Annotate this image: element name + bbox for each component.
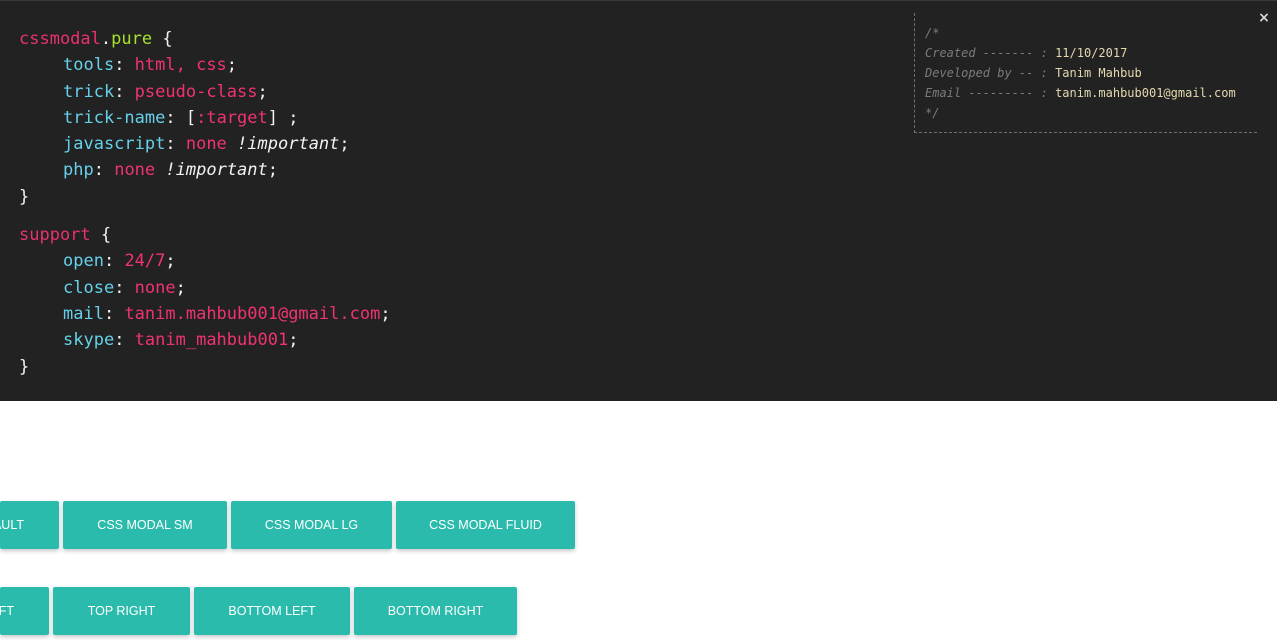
comment-email-value: tanim.mahbub001@gmail.com bbox=[1055, 86, 1236, 100]
code-line: mail: tanim.mahbub001@gmail.com; bbox=[19, 301, 391, 327]
code-selector: cssmodal bbox=[19, 29, 101, 49]
comment-close: */ bbox=[925, 103, 1257, 123]
code-line: php: none !important; bbox=[19, 157, 391, 183]
code-colon: : bbox=[114, 277, 135, 298]
comment-close-text: */ bbox=[925, 106, 940, 120]
code-colon: : bbox=[114, 330, 135, 351]
code-colon: : bbox=[103, 251, 125, 272]
comment-developer-value: Tanim Mahbub bbox=[1055, 66, 1142, 80]
code-property: close bbox=[63, 277, 115, 298]
code-important: !important bbox=[237, 134, 340, 155]
code-block: cssmodal.pure {tools: html, css; trick: p… bbox=[19, 26, 391, 380]
code-line: tools: html, css; bbox=[19, 52, 391, 78]
code-property: mail bbox=[63, 303, 104, 324]
comment-created-line: Created ------- : 11/10/2017 bbox=[925, 43, 1257, 63]
code-bracket-close: ] ; bbox=[267, 107, 299, 128]
code-semicolon: ; bbox=[380, 303, 391, 324]
code-class: pure bbox=[111, 29, 153, 49]
css-modal-sm-button[interactable]: CSS MODAL SM bbox=[63, 501, 227, 549]
code-value: none bbox=[185, 134, 227, 155]
code-value: pseudo-class bbox=[134, 81, 258, 102]
code-property: open bbox=[63, 251, 104, 272]
code-value: tanim.mahbub001@gmail.com bbox=[124, 303, 381, 324]
close-icon[interactable]: × bbox=[1257, 10, 1271, 26]
comment-email-line: Email --------- : tanim.mahbub001@gmail.… bbox=[925, 83, 1257, 103]
code-bracket-open: [ bbox=[185, 107, 197, 128]
code-colon: : bbox=[165, 134, 186, 155]
bottom-left-button[interactable]: BOTTOM LEFT bbox=[194, 587, 350, 635]
code-semicolon: ; bbox=[165, 251, 176, 272]
code-line: javascript: none !important; bbox=[19, 131, 391, 157]
code-line-close-2: } bbox=[19, 354, 391, 380]
code-property: php bbox=[63, 160, 94, 181]
code-value: none bbox=[114, 160, 156, 181]
code-semicolon: ; bbox=[226, 55, 238, 76]
code-line-selector-2: support { bbox=[19, 222, 391, 248]
code-line: trick: pseudo-class; bbox=[19, 79, 391, 105]
code-line: trick-name: [:target] ; bbox=[19, 105, 391, 131]
code-property: trick bbox=[63, 81, 115, 102]
code-line-selector-1: cssmodal.pure { bbox=[19, 26, 391, 52]
code-property: tools bbox=[63, 55, 115, 76]
comment-created-key: Created ------- : bbox=[925, 46, 1048, 60]
code-colon: : bbox=[165, 107, 186, 128]
code-selector: support bbox=[19, 225, 91, 246]
code-dot: . bbox=[100, 29, 112, 49]
code-colon: : bbox=[93, 160, 115, 181]
comment-developer-line: Developed by -- : Tanim Mahbub bbox=[925, 63, 1257, 83]
code-important: !important bbox=[165, 160, 268, 181]
comment-developer-key: Developed by -- : bbox=[925, 66, 1048, 80]
comment-open: /* bbox=[925, 23, 1257, 43]
code-semicolon: ; bbox=[175, 277, 186, 298]
code-property: javascript bbox=[63, 134, 166, 155]
css-modal-fluid-button[interactable]: CSS MODAL FLUID bbox=[396, 501, 575, 549]
code-property: trick-name bbox=[63, 107, 166, 128]
code-line: skype: tanim_mahbub001; bbox=[19, 327, 391, 353]
top-right-button[interactable]: TOP RIGHT bbox=[53, 587, 190, 635]
code-line: close: none; bbox=[19, 275, 391, 301]
code-value: tanim_mahbub001 bbox=[134, 330, 289, 351]
code-brace-close: } bbox=[19, 356, 30, 377]
comment-created-value: 11/10/2017 bbox=[1055, 46, 1128, 60]
top-left-button[interactable]: FT bbox=[0, 587, 49, 635]
modal-default-button[interactable]: AULT bbox=[0, 501, 59, 549]
code-semicolon: ; bbox=[339, 134, 350, 155]
code-value: none bbox=[134, 277, 176, 298]
bottom-right-button[interactable]: BOTTOM RIGHT bbox=[354, 587, 517, 635]
code-value: html, css bbox=[134, 55, 227, 76]
code-colon: : bbox=[114, 55, 135, 76]
code-value: 24/7 bbox=[124, 251, 166, 272]
code-semicolon: ; bbox=[288, 330, 299, 351]
author-comment: /* Created ------- : 11/10/2017 Develope… bbox=[914, 13, 1257, 133]
comment-email-key: Email --------- : bbox=[925, 86, 1048, 100]
code-colon: : bbox=[114, 81, 135, 102]
code-semicolon: ; bbox=[257, 81, 268, 102]
code-semicolon: ; bbox=[267, 160, 279, 181]
css-modal: cssmodal.pure {tools: html, css; trick: p… bbox=[0, 0, 1277, 401]
code-value: :target bbox=[196, 107, 268, 128]
code-brace-open: { bbox=[152, 29, 173, 49]
css-modal-lg-button[interactable]: CSS MODAL LG bbox=[231, 501, 392, 549]
code-brace-open: { bbox=[90, 225, 112, 246]
code-property: skype bbox=[63, 330, 115, 351]
code-brace-close: } bbox=[19, 186, 30, 207]
comment-open-text: /* bbox=[925, 26, 940, 40]
code-line: open: 24/7; bbox=[19, 248, 391, 274]
code-colon: : bbox=[103, 303, 125, 324]
code-line-close-1: } bbox=[19, 184, 391, 210]
